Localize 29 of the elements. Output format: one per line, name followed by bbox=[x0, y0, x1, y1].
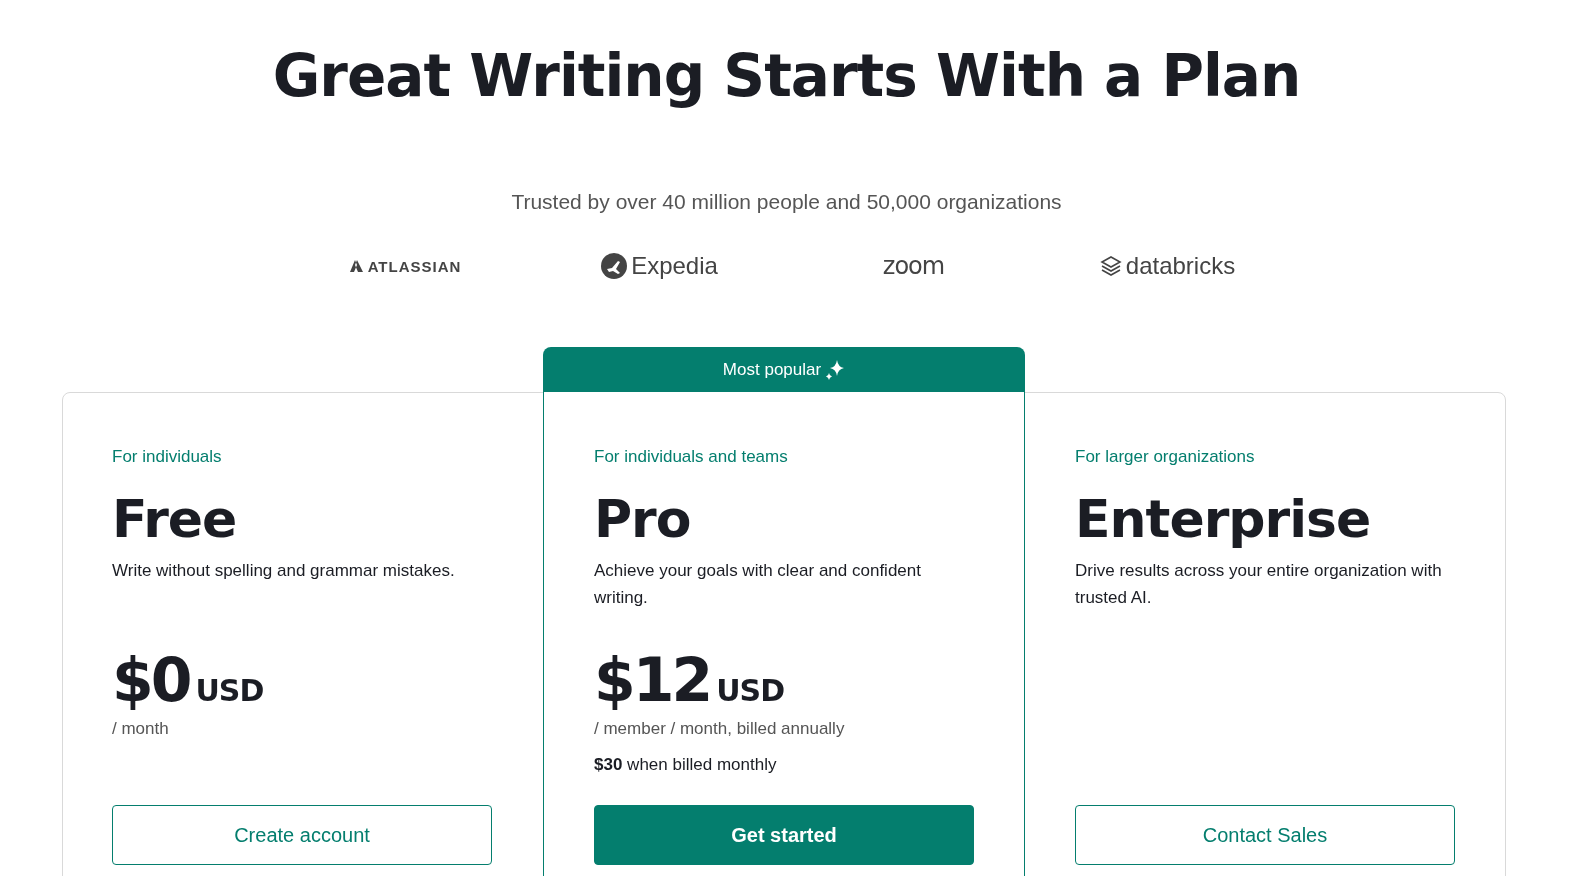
plan-button[interactable]: Contact Sales bbox=[1075, 805, 1455, 865]
billing-period: / member / month, billed annually bbox=[594, 719, 846, 740]
plan-audience: For larger organizations bbox=[1075, 447, 1256, 467]
airplane-logo-icon bbox=[601, 253, 628, 279]
company-logo: databricks bbox=[1125, 252, 1236, 280]
monthly-price-note: $30 when billed monthly bbox=[594, 755, 778, 776]
popular-badge: Most popular bbox=[543, 347, 1025, 392]
price-currency: USD bbox=[716, 673, 785, 708]
company-logo: ATLASSIAN bbox=[367, 257, 462, 275]
price-currency: USD bbox=[195, 673, 264, 708]
company-logo: zoom bbox=[882, 252, 945, 280]
plan-audience: For individuals bbox=[112, 447, 223, 467]
plan-button[interactable]: Get started bbox=[594, 805, 974, 865]
plan-name: Enterprise bbox=[1075, 491, 1372, 547]
triangle-logo-icon bbox=[349, 259, 364, 273]
plan-description: Achieve your goals with clear and confident writing. bbox=[594, 560, 922, 609]
plan-audience: For individuals and teams bbox=[594, 447, 789, 467]
plan-description: Drive results across your entire organization with trusted AI. bbox=[1075, 560, 1443, 609]
trust-statement: Trusted by over 40 million people and 50,000 organizations bbox=[510, 190, 1063, 214]
plan-name: Free bbox=[112, 491, 238, 547]
page-title: Great Writing Starts With a Plan bbox=[271, 41, 1302, 112]
plan-price: $12 bbox=[594, 645, 711, 715]
layers-logo-icon bbox=[1099, 255, 1122, 277]
plan-description: Write without spelling and grammar mistakes. bbox=[112, 560, 456, 582]
plan-price: $0 bbox=[112, 645, 190, 715]
plan-name: Pro bbox=[594, 491, 692, 547]
company-logo: Expedia bbox=[631, 252, 718, 280]
billing-period: / month bbox=[112, 719, 170, 740]
plan-button[interactable]: Create account bbox=[112, 805, 492, 865]
